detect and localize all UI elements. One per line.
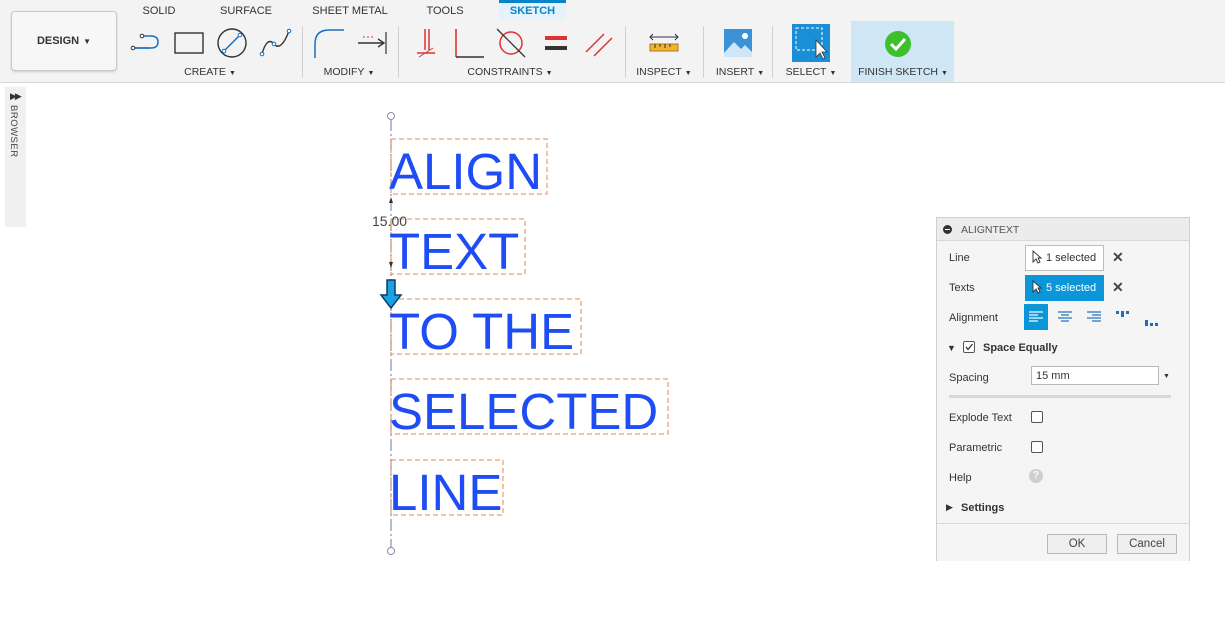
expand-triangle-icon[interactable]: ▶	[946, 502, 953, 513]
dialog-title: ALIGNTEXT	[961, 224, 1020, 236]
chevron-down-icon: ▼	[684, 70, 692, 77]
line-tool-icon[interactable]	[130, 26, 164, 60]
chevron-down-icon: ▼	[228, 70, 236, 77]
chevron-down-icon[interactable]: ▼	[1163, 373, 1170, 380]
tab-solid[interactable]: SOLID	[134, 0, 184, 20]
align-bottom-button[interactable]	[1140, 308, 1164, 334]
dialog-header: ALIGNTEXT	[937, 218, 1189, 241]
design-label: DESIGN	[36, 35, 80, 47]
sketch-text-2[interactable]: TEXT	[389, 226, 519, 277]
measure-tool-icon[interactable]	[647, 26, 681, 60]
collapse-icon[interactable]	[943, 225, 952, 234]
texts-selection-button[interactable]: 5 selected	[1025, 275, 1104, 301]
collapse-triangle-icon[interactable]: ▼	[947, 343, 956, 353]
parallel-constraint-icon[interactable]	[582, 26, 616, 60]
cancel-button[interactable]: Cancel	[1117, 534, 1177, 554]
settings-label[interactable]: Settings	[961, 502, 1004, 514]
alignment-label: Alignment	[949, 312, 998, 324]
line-selection-value: 1 selected	[1046, 252, 1097, 264]
chevron-down-icon: ▼	[829, 70, 837, 77]
tab-tools[interactable]: TOOLS	[418, 0, 472, 20]
equal-constraint-icon[interactable]	[539, 26, 573, 60]
sketch-text-1[interactable]: ALIGN	[389, 146, 542, 197]
select-menu[interactable]: SELECT ▼	[780, 66, 842, 78]
tangent-constraint-icon[interactable]	[494, 26, 528, 60]
toolbar-divider	[625, 26, 626, 78]
select-tool-icon[interactable]	[792, 24, 830, 62]
parametric-checkbox[interactable]	[1031, 441, 1043, 453]
toolbar-divider	[398, 26, 399, 78]
explode-text-checkbox[interactable]	[1031, 411, 1043, 423]
sketch-text-5[interactable]: LINE	[389, 467, 502, 518]
align-left-button[interactable]	[1024, 304, 1048, 330]
finish-sketch-menu[interactable]: FINISH SKETCH ▼	[855, 66, 951, 78]
parametric-label: Parametric	[949, 442, 1003, 454]
help-icon[interactable]: ?	[1029, 469, 1043, 483]
sketch-text-3[interactable]: TO THE	[389, 306, 574, 357]
toolbar-divider	[703, 26, 704, 78]
ok-button[interactable]: OK	[1047, 534, 1107, 554]
insert-image-icon[interactable]	[721, 26, 755, 60]
clear-texts-icon[interactable]: ✕	[1112, 279, 1124, 296]
tab-sketch[interactable]: SKETCH	[499, 0, 566, 20]
perpendicular-constraint-icon[interactable]	[452, 26, 486, 60]
align-center-button[interactable]	[1053, 304, 1077, 330]
chevron-down-icon: ▼	[367, 70, 375, 77]
modify-menu[interactable]: MODIFY ▼	[310, 66, 388, 78]
explode-text-label: Explode Text	[949, 412, 1012, 424]
space-equally-checkbox[interactable]	[963, 341, 975, 353]
spacing-input[interactable]: 15 mm	[1031, 366, 1159, 385]
tab-sheet-metal[interactable]: SHEET METAL	[308, 0, 392, 20]
clear-line-icon[interactable]: ✕	[1112, 249, 1124, 266]
chevron-down-icon: ▼	[83, 36, 92, 46]
chevron-down-icon: ▼	[941, 70, 948, 77]
cursor-icon	[1032, 279, 1043, 297]
create-menu[interactable]: CREATE ▼	[170, 66, 250, 78]
line-start-point	[387, 112, 395, 120]
inspect-menu[interactable]: INSPECT ▼	[632, 66, 696, 78]
help-label: Help	[949, 472, 972, 484]
align-top-button[interactable]	[1111, 302, 1135, 328]
chevron-down-icon: ▼	[757, 70, 765, 77]
finish-sketch-check-icon[interactable]	[881, 27, 915, 61]
line-label: Line	[949, 252, 970, 264]
sketch-text-4[interactable]: SELECTED	[389, 386, 658, 437]
toolbar-divider	[302, 26, 303, 78]
aligntext-dialog: ALIGNTEXT Line 1 selected ✕ Texts 5 sele…	[936, 217, 1190, 561]
texts-selection-value: 5 selected	[1046, 282, 1097, 294]
circle-tool-icon[interactable]	[215, 26, 249, 60]
spline-tool-icon[interactable]	[259, 26, 293, 60]
design-workspace-button[interactable]: DESIGN ▼	[11, 11, 117, 71]
tab-surface[interactable]: SURFACE	[214, 0, 278, 20]
texts-label: Texts	[949, 282, 975, 294]
spacing-dimension[interactable]: 15.00	[372, 213, 407, 229]
spacing-label: Spacing	[949, 372, 989, 384]
fillet-tool-icon[interactable]	[312, 26, 346, 60]
line-end-point	[387, 547, 395, 555]
cursor-icon	[1032, 249, 1043, 267]
section-divider	[949, 395, 1171, 398]
dialog-footer: OK Cancel	[937, 523, 1189, 561]
space-equally-label: Space Equally	[983, 342, 1058, 354]
rectangle-tool-icon[interactable]	[172, 26, 206, 60]
insert-menu[interactable]: INSERT ▼	[712, 66, 768, 78]
trim-extend-tool-icon[interactable]	[355, 26, 389, 60]
coincident-constraint-icon[interactable]	[409, 26, 443, 60]
toolbar-divider	[772, 26, 773, 78]
line-selection-button[interactable]: 1 selected	[1025, 245, 1104, 271]
toolbar: DESIGN ▼ SOLID SURFACE SHEET METAL TOOLS…	[0, 0, 1225, 83]
align-right-button[interactable]	[1082, 304, 1106, 330]
chevron-down-icon: ▼	[545, 70, 553, 77]
constraints-menu[interactable]: CONSTRAINTS ▼	[455, 66, 565, 78]
